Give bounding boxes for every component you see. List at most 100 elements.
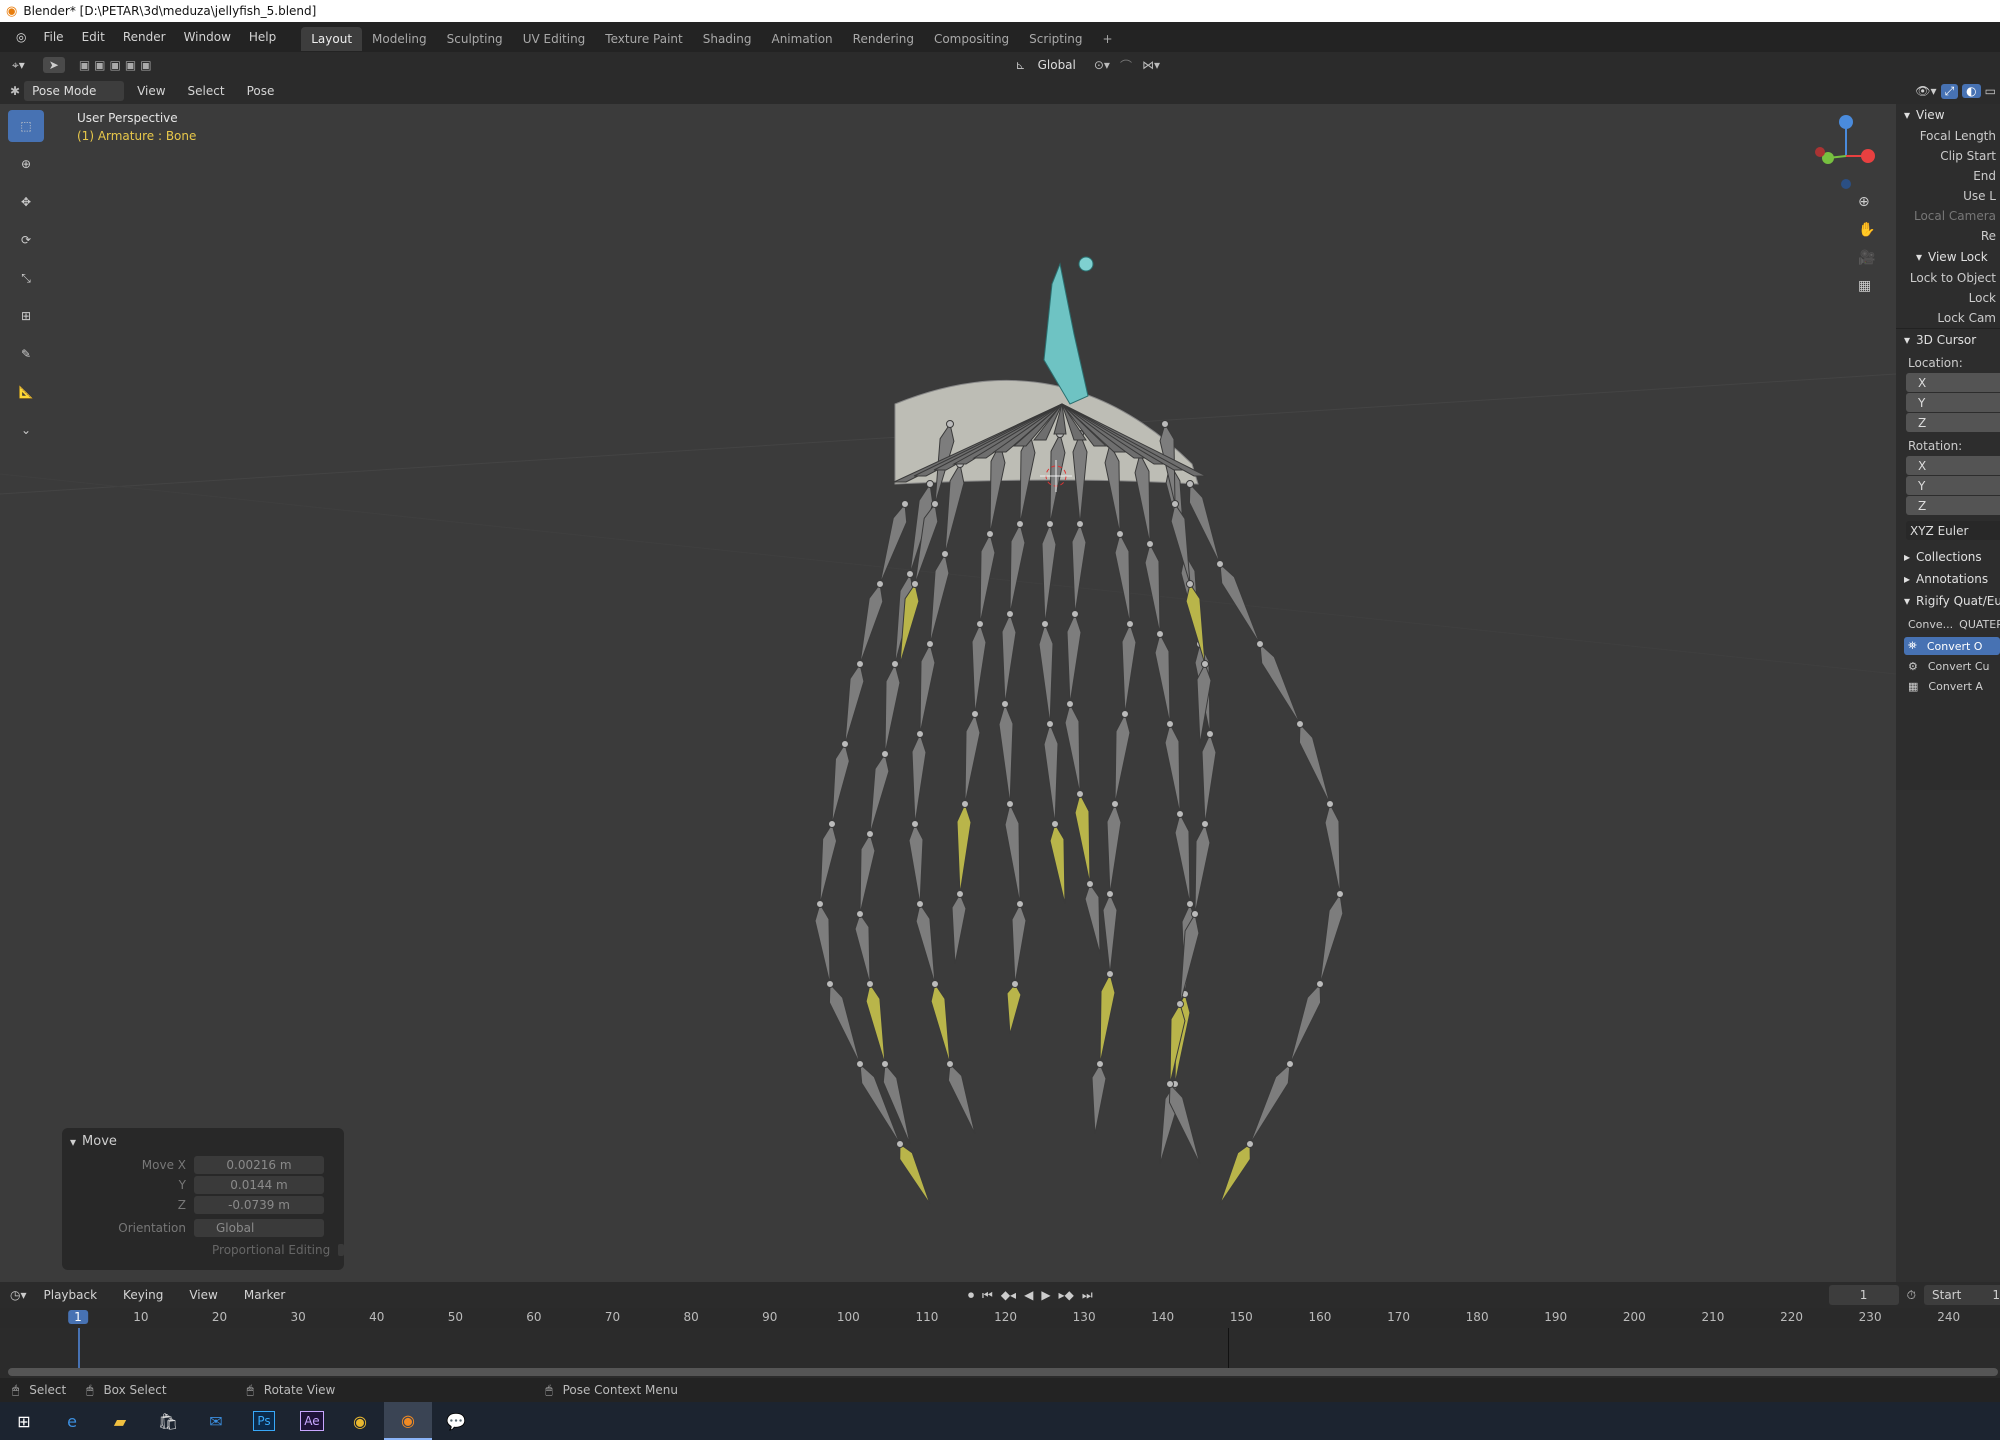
tab-modeling[interactable]: Modeling: [362, 27, 437, 51]
cursor-rotation-x[interactable]: X: [1906, 456, 2000, 475]
jellyfish-armature[interactable]: [0, 104, 1896, 1282]
lock-row[interactable]: Lock: [1896, 288, 2000, 308]
move-tool-icon[interactable]: ✥: [8, 186, 44, 218]
photoshop-icon[interactable]: Ps: [240, 1402, 288, 1440]
tab-layout[interactable]: Layout: [301, 27, 363, 51]
proportional-editing-checkbox[interactable]: [338, 1244, 344, 1256]
menu-render[interactable]: Render: [114, 26, 175, 48]
view-lock-header[interactable]: ▾ View Lock: [1896, 246, 2000, 268]
stopwatch-icon[interactable]: ⏱: [1907, 1288, 1916, 1303]
timeline-menu-playback[interactable]: Playback: [35, 1284, 107, 1306]
timeline-scrollbar[interactable]: [8, 1368, 1998, 1376]
local-camera-row[interactable]: Local Camera: [1896, 206, 2000, 226]
store-icon[interactable]: 🛍: [144, 1402, 192, 1440]
move-x-field[interactable]: 0.00216 m: [194, 1156, 324, 1174]
pan-hand-icon[interactable]: ✋: [1858, 222, 1875, 238]
play-reverse-icon[interactable]: ◀: [1024, 1288, 1033, 1302]
cursor-tool-icon[interactable]: ⊕: [8, 148, 44, 180]
cursor-location-x[interactable]: X: [1906, 373, 2000, 392]
xray-icon[interactable]: ▭: [1985, 84, 1996, 98]
chrome-icon[interactable]: ◉: [336, 1402, 384, 1440]
timeline-ruler[interactable]: 1 10 20 30 40 50 60 70 80 90 100 110 120 130 140 150 160…: [0, 1308, 2000, 1328]
tab-compositing[interactable]: Compositing: [924, 27, 1019, 51]
current-frame-marker[interactable]: 1: [68, 1310, 88, 1324]
viewport-menu-view[interactable]: View: [128, 80, 174, 102]
convert-mode-value[interactable]: QUATER: [1959, 618, 2000, 631]
timeline-menu-keying[interactable]: Keying: [114, 1284, 172, 1306]
editor-type-icon[interactable]: ⌖▾: [12, 58, 25, 73]
jump-end-icon[interactable]: ⏭: [1082, 1288, 1093, 1303]
chat-icon[interactable]: 💬: [432, 1402, 480, 1440]
focal-length-row[interactable]: Focal Length: [1896, 126, 2000, 146]
clip-start-row[interactable]: Clip Start: [1896, 146, 2000, 166]
measure-tool-icon[interactable]: 📐: [8, 376, 44, 408]
next-keyframe-icon[interactable]: ▸◆: [1059, 1288, 1074, 1302]
render-region-row[interactable]: Re: [1896, 226, 2000, 246]
timeline-editor-icon[interactable]: ◷▾: [10, 1288, 27, 1302]
scale-tool-icon[interactable]: ⤡: [8, 262, 44, 294]
proportional-icon[interactable]: ⋈▾: [1142, 58, 1160, 72]
select-tool-icon[interactable]: ➤: [42, 57, 65, 73]
menu-help[interactable]: Help: [240, 26, 285, 48]
3d-cursor-header[interactable]: ▾ 3D Cursor: [1896, 328, 2000, 350]
folder-icon[interactable]: ▰: [96, 1402, 144, 1440]
cursor-location-y[interactable]: Y: [1906, 393, 2000, 412]
tab-shading[interactable]: Shading: [693, 27, 762, 51]
edge-icon[interactable]: e: [48, 1402, 96, 1440]
clip-end-row[interactable]: End: [1896, 166, 2000, 186]
gizmo-toggle-icon[interactable]: ⤢: [1940, 83, 1959, 99]
start-frame-field[interactable]: Start 1: [1924, 1285, 2000, 1305]
tab-animation[interactable]: Animation: [761, 27, 842, 51]
cursor-rotation-y[interactable]: Y: [1906, 476, 2000, 495]
play-icon[interactable]: ▶: [1041, 1288, 1050, 1302]
timeline-menu-marker[interactable]: Marker: [235, 1284, 294, 1306]
move-z-field[interactable]: -0.0739 m: [194, 1196, 324, 1214]
blender-taskbar-icon[interactable]: ◉: [384, 1402, 432, 1440]
lock-camera-row[interactable]: Lock Cam: [1896, 308, 2000, 328]
snap-icon[interactable]: ⌒: [1120, 57, 1132, 74]
annotations-header[interactable]: ▸ Annotations: [1896, 568, 2000, 590]
add-workspace-icon[interactable]: +: [1093, 27, 1123, 51]
3d-viewport[interactable]: User Perspective (1) Armature : Bone ⊕ ✋…: [0, 104, 1896, 1282]
tab-texture-paint[interactable]: Texture Paint: [595, 27, 692, 51]
move-y-field[interactable]: 0.0144 m: [194, 1176, 324, 1194]
move-panel-header[interactable]: ▾ Move: [62, 1128, 344, 1155]
zoom-icon[interactable]: ⊕: [1858, 194, 1875, 210]
tab-sculpting[interactable]: Sculpting: [437, 27, 513, 51]
tab-uv-editing[interactable]: UV Editing: [513, 27, 596, 51]
viewport-menu-pose[interactable]: Pose: [238, 80, 284, 102]
pivot-point-icon[interactable]: ⊙▾: [1094, 58, 1110, 72]
bone-tool-icon[interactable]: ⌄: [8, 414, 44, 446]
camera-view-icon[interactable]: 🎥: [1858, 250, 1875, 266]
mail-icon[interactable]: ✉: [192, 1402, 240, 1440]
lock-to-object-row[interactable]: Lock to Object: [1896, 268, 2000, 288]
playhead[interactable]: [78, 1328, 80, 1370]
mode-dropdown[interactable]: Pose Mode: [24, 81, 125, 101]
menu-file[interactable]: File: [34, 26, 72, 48]
use-local-row[interactable]: Use L: [1896, 186, 2000, 206]
cursor-location-z[interactable]: Z: [1906, 413, 2000, 432]
blender-menu-icon[interactable]: ◎: [8, 30, 34, 44]
convert-button-1[interactable]: ⛯ Convert O: [1904, 637, 2000, 655]
jump-start-icon[interactable]: ⏮: [982, 1288, 993, 1303]
view-section-header[interactable]: ▾ View: [1896, 104, 2000, 126]
select-box-tool-icon[interactable]: ⬚: [8, 110, 44, 142]
orientation-dropdown[interactable]: Global: [194, 1219, 324, 1237]
viewport-menu-select[interactable]: Select: [179, 80, 234, 102]
visibility-icon[interactable]: 👁▾: [1915, 84, 1936, 98]
select-mode-icons[interactable]: ▣▣▣▣▣: [79, 58, 156, 72]
current-frame-field[interactable]: 1: [1828, 1285, 1899, 1305]
annotate-tool-icon[interactable]: ✎: [8, 338, 44, 370]
overlay-toggle-icon[interactable]: ◐: [1962, 84, 1981, 98]
after-effects-icon[interactable]: Ae: [288, 1402, 336, 1440]
prev-keyframe-icon[interactable]: ◆◂: [1001, 1288, 1016, 1302]
cursor-rotation-z[interactable]: Z: [1906, 496, 2000, 515]
collections-header[interactable]: ▸ Collections: [1896, 546, 2000, 568]
convert-button-2[interactable]: ⚙ Convert Cu: [1904, 657, 2000, 675]
timeline-menu-view[interactable]: View: [180, 1284, 226, 1306]
transform-tool-icon[interactable]: ⊞: [8, 300, 44, 332]
transform-orientation-dropdown[interactable]: Global: [1030, 55, 1084, 75]
tab-rendering[interactable]: Rendering: [843, 27, 924, 51]
rotate-tool-icon[interactable]: ⟳: [8, 224, 44, 256]
tab-scripting[interactable]: Scripting: [1019, 27, 1092, 51]
